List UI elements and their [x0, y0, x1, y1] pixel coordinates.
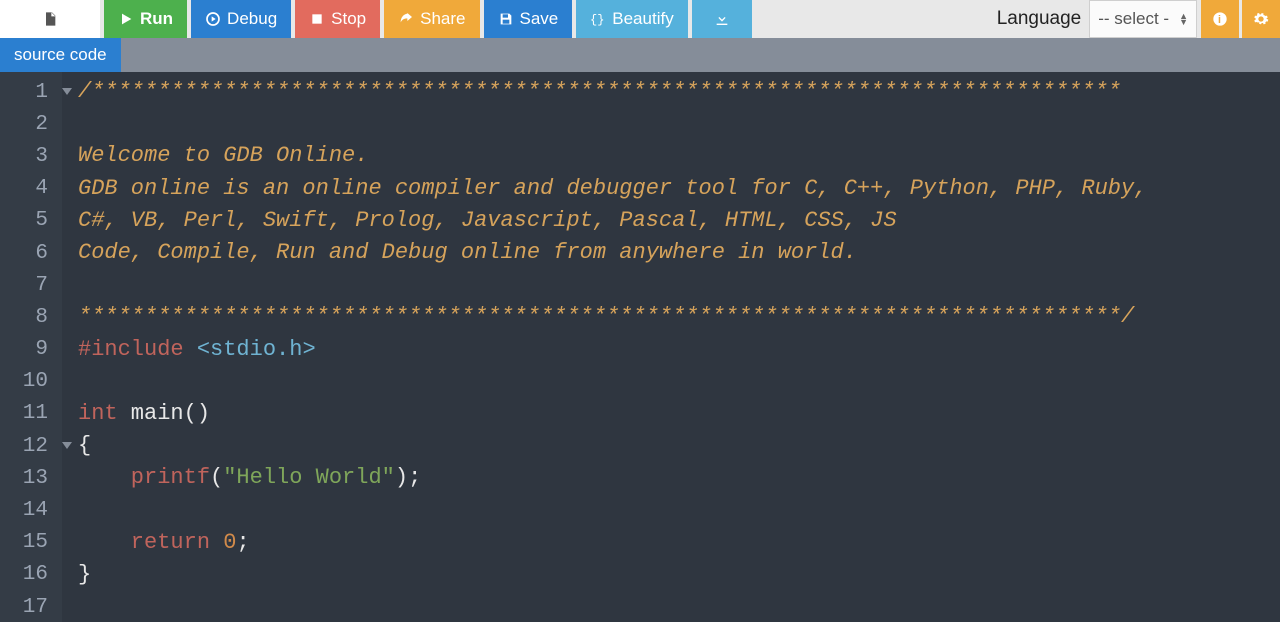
stop-button[interactable]: Stop [295, 0, 380, 38]
share-label: Share [420, 9, 465, 29]
code-token: return [78, 530, 210, 555]
toolbar: Run Debug Stop Share Save {} Beautify La… [0, 0, 1280, 38]
beautify-label: Beautify [612, 9, 673, 29]
save-button[interactable]: Save [484, 0, 573, 38]
line-number: 3 [0, 140, 62, 172]
new-file-button[interactable] [0, 0, 100, 38]
debug-icon [205, 11, 221, 27]
code-token: ; [236, 530, 249, 555]
line-number: 1 [0, 76, 62, 108]
code-token: main() [118, 401, 210, 426]
code-token: C#, VB, Perl, Swift, Prolog, Javascript,… [78, 208, 897, 233]
code-token: printf [78, 465, 210, 490]
download-button[interactable] [692, 0, 752, 38]
stop-label: Stop [331, 9, 366, 29]
share-button[interactable]: Share [384, 0, 479, 38]
gear-icon [1253, 11, 1269, 27]
code-token: { [78, 433, 91, 458]
run-label: Run [140, 9, 173, 29]
code-token: "Hello World" [223, 465, 395, 490]
code-token: int [78, 401, 118, 426]
line-number: 13 [0, 462, 62, 494]
language-label: Language [989, 0, 1090, 38]
code-token: Welcome to GDB Online. [78, 143, 368, 168]
language-select[interactable]: -- select - ▲▼ [1089, 0, 1197, 38]
line-number: 14 [0, 494, 62, 526]
run-button[interactable]: Run [104, 0, 187, 38]
line-number: 11 [0, 398, 62, 430]
line-number: 17 [0, 591, 62, 622]
braces-icon: {} [590, 11, 606, 27]
code-token: Code, Compile, Run and Debug online from… [78, 240, 857, 265]
code-token: ); [395, 465, 421, 490]
select-chevron-icon: ▲▼ [1179, 13, 1188, 25]
line-number: 15 [0, 527, 62, 559]
beautify-button[interactable]: {} Beautify [576, 0, 687, 38]
code-token: <stdio.h> [184, 337, 316, 362]
line-number: 4 [0, 173, 62, 205]
debug-button[interactable]: Debug [191, 0, 291, 38]
line-number: 2 [0, 108, 62, 140]
code-token: } [78, 562, 91, 587]
play-icon [118, 11, 134, 27]
file-icon [42, 11, 58, 27]
code-token [210, 530, 223, 555]
code-token: /***************************************… [78, 79, 1121, 104]
line-number: 12 [0, 430, 62, 462]
code-area[interactable]: /***************************************… [62, 72, 1280, 622]
line-number: 7 [0, 269, 62, 301]
svg-text:i: i [1218, 14, 1221, 26]
code-token: ****************************************… [78, 304, 1134, 329]
save-label: Save [520, 9, 559, 29]
gutter: 1 2 3 4 5 6 7 8 9 10 11 12 13 14 15 16 1… [0, 72, 62, 622]
info-icon: i [1212, 11, 1228, 27]
code-token: ( [210, 465, 223, 490]
code-token: #include [78, 337, 184, 362]
about-button[interactable]: i [1201, 0, 1239, 38]
save-icon [498, 11, 514, 27]
toolbar-spacer [756, 0, 989, 38]
language-value: -- select - [1098, 9, 1169, 29]
share-icon [398, 11, 414, 27]
line-number: 6 [0, 237, 62, 269]
svg-text:{}: {} [590, 13, 604, 27]
tab-source-code[interactable]: source code [0, 38, 121, 72]
code-token: GDB online is an online compiler and deb… [78, 176, 1161, 201]
line-number: 9 [0, 334, 62, 366]
tab-label: source code [14, 45, 107, 65]
code-editor[interactable]: 1 2 3 4 5 6 7 8 9 10 11 12 13 14 15 16 1… [0, 72, 1280, 622]
settings-button[interactable] [1242, 0, 1280, 38]
line-number: 8 [0, 301, 62, 333]
code-token: 0 [223, 530, 236, 555]
line-number: 16 [0, 559, 62, 591]
line-number: 5 [0, 205, 62, 237]
tab-strip: source code [0, 38, 1280, 72]
line-number: 10 [0, 366, 62, 398]
download-icon [714, 11, 730, 27]
debug-label: Debug [227, 9, 277, 29]
stop-icon [309, 11, 325, 27]
